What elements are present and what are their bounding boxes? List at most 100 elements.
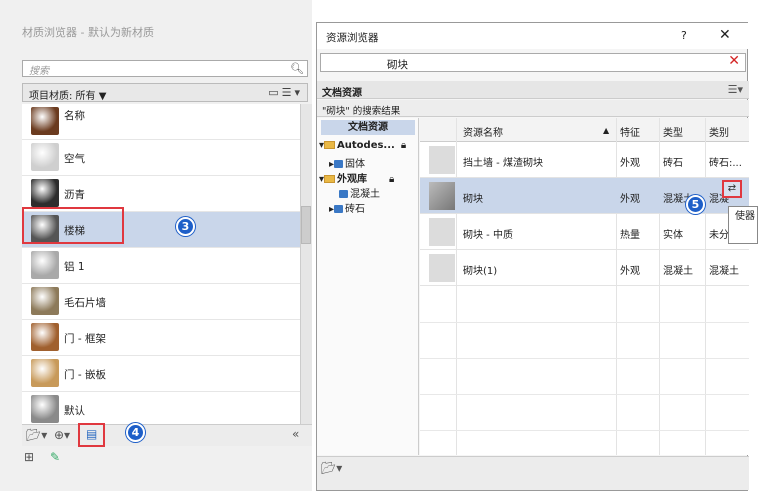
asset-thumbnail — [429, 218, 455, 246]
asset-browser-dialog: 资源浏览器 ? ✕ 砌块 ✕ 文档资源 ☰▾ "砌块" 的搜索结果 文档资源 ▾… — [316, 22, 749, 491]
cell-feature: 外观 — [620, 158, 640, 169]
material-list: 空气 沥青 楼梯铝 1 毛石片墙门 - 框架门 - 嵌板 默认 名称 — [22, 104, 300, 424]
dialog-footer: 📂︎▾ — [317, 456, 749, 490]
tree-node-concrete[interactable]: 混凝土 — [339, 185, 380, 200]
asset-icon[interactable]: ⊕▾ — [54, 428, 70, 442]
help-button[interactable]: ? — [681, 29, 687, 42]
col-type[interactable]: 类型 — [663, 124, 683, 139]
material-row[interactable]: 门 - 框架 — [22, 320, 300, 356]
scrollbar-thumb[interactable] — [301, 206, 311, 244]
cell-feature: 外观 — [620, 194, 640, 205]
search-input[interactable]: 搜索 🔍︎ — [22, 60, 308, 77]
dialog-title: 资源浏览器 — [326, 32, 379, 44]
asset-grid: 资源名称 ▲ 特征 类型 类别 挡土墙 - 煤渣砌块 外观 砖石 砖石:... 砌块 外观… — [420, 118, 749, 455]
results-label: "砌块" 的搜索结果 — [322, 106, 401, 117]
search-placeholder: 搜索 — [29, 66, 49, 77]
sort-up-icon: ▲ — [603, 126, 610, 135]
library-icon — [334, 160, 344, 168]
material-browser-panel: 材质浏览器 - 默认为新材质 搜索 🔍︎ 项目材质: 所有 ▼ ▭☰▾ 空气沥青… — [0, 0, 312, 491]
asset-thumbnail — [429, 254, 455, 282]
view-options-icon[interactable]: ☰▾ — [282, 86, 303, 99]
clear-search-icon[interactable]: ✕ — [728, 53, 740, 69]
folder-icon — [324, 141, 336, 149]
cell-type: 砖石 — [663, 158, 683, 169]
asset-thumbnail — [429, 146, 455, 174]
cell-type: 实体 — [663, 230, 683, 241]
material-row[interactable]: 空气 — [22, 140, 300, 176]
create-material-icon[interactable]: 📂︎▾ — [26, 428, 47, 442]
material-thumbnail — [31, 251, 59, 279]
replace-asset-icon[interactable]: ⇄ — [722, 180, 742, 198]
cell-feature: 外观 — [620, 266, 640, 277]
material-thumbnail — [31, 287, 59, 315]
library-icon — [334, 205, 344, 213]
cell-name: 砌块 - 中质 — [463, 230, 513, 241]
material-thumbnail — [31, 107, 59, 135]
cell-category: 砖石:... — [709, 158, 742, 169]
panel-title: 材质浏览器 - 默认为新材质 — [22, 26, 154, 39]
asset-thumbnail — [429, 182, 455, 210]
cell-category: 混凝土 — [709, 266, 739, 277]
name-column-header[interactable]: 名称 — [64, 108, 85, 123]
bottom-toolbar: 📂︎▾ ⊕▾ ▤ « — [22, 424, 312, 446]
lock-icon: 🔒︎ — [389, 174, 395, 185]
highlight-box-stairs — [22, 207, 124, 244]
cell-name: 挡土墙 - 煤渣砌块 — [463, 158, 543, 169]
step-badge-5: 5 — [686, 195, 705, 214]
cell-name: 砌块 — [463, 194, 483, 205]
empty-row — [420, 322, 749, 323]
section-header: 文档资源 ☰▾ — [317, 81, 749, 99]
tree-header-document-assets[interactable]: 文档资源 — [321, 120, 415, 135]
col-feature[interactable]: 特征 — [620, 124, 640, 139]
close-button[interactable]: ✕ — [719, 27, 731, 43]
material-thumbnail — [31, 179, 59, 207]
asset-row[interactable]: 砌块 - 中质 热量 实体 未分 — [420, 214, 749, 250]
tree-node-autodesk[interactable]: ▾ Autodes... 🔒︎ — [319, 140, 406, 151]
material-row[interactable]: 门 - 嵌板 — [22, 356, 300, 392]
cell-feature: 热量 — [620, 230, 640, 241]
col-category[interactable]: 类别 — [709, 124, 729, 139]
library-tree: 文档资源 ▾ Autodes... 🔒︎ ▸ 固体 ▾ 外观库 🔒︎ 混凝土 ▸ 砖石 — [317, 118, 419, 455]
asset-search-input[interactable]: 砌块 ✕ — [320, 53, 746, 72]
material-name: 门 - 嵌板 — [64, 369, 106, 381]
material-name: 毛石片墙 — [64, 297, 106, 309]
library-menu-icon[interactable]: 📂︎▾ — [321, 461, 342, 475]
material-name: 门 - 框架 — [64, 333, 106, 345]
material-thumbnail — [31, 395, 59, 423]
tree-node-appearance-library[interactable]: ▾ 外观库 🔒︎ — [319, 170, 394, 185]
dialog-titlebar: 资源浏览器 ? ✕ — [317, 23, 749, 49]
empty-row — [420, 394, 749, 395]
asset-row[interactable]: 挡土墙 - 煤渣砌块 外观 砖石 砖石:... — [420, 142, 749, 178]
search-icon[interactable]: 🔍︎ — [290, 62, 304, 75]
material-thumbnail — [31, 359, 59, 387]
asset-row[interactable]: 砌块(1) 外观 混凝土 混凝土 — [420, 250, 749, 286]
view-options-icon[interactable]: ☰▾ — [728, 83, 743, 96]
tooltip: 使器 — [728, 206, 758, 244]
cell-category: 未分 — [709, 230, 729, 241]
collapse-icon[interactable]: « — [292, 427, 299, 441]
material-name: 沥青 — [64, 189, 85, 201]
folder-icon — [324, 175, 336, 183]
material-thumbnail — [31, 143, 59, 171]
highlight-box-asset-browser — [78, 423, 105, 447]
filter-bar: 项目材质: 所有 ▼ ▭☰▾ — [22, 83, 308, 102]
search-value: 砌块 — [387, 59, 408, 71]
material-row[interactable]: 铝 1 — [22, 248, 300, 284]
project-materials-filter[interactable]: 项目材质: 所有 ▼ — [29, 87, 106, 102]
material-name: 空气 — [64, 153, 85, 165]
panel-toggle-icon[interactable]: ▭ — [268, 86, 281, 99]
tree-node-masonry[interactable]: ▸ 砖石 — [329, 200, 365, 215]
tree-node-solid[interactable]: ▸ 固体 — [329, 155, 365, 170]
section-title: 文档资源 — [322, 88, 362, 99]
col-asset-name[interactable]: 资源名称 — [463, 124, 503, 139]
material-row[interactable]: 毛石片墙 — [22, 284, 300, 320]
material-row[interactable]: 默认 — [22, 392, 300, 424]
edit-icon[interactable]: ✎ — [50, 450, 60, 464]
library-icon — [339, 190, 348, 198]
scrollbar[interactable] — [300, 104, 312, 424]
material-thumbnail — [31, 323, 59, 351]
step-badge-4: 4 — [126, 423, 145, 442]
results-header: "砌块" 的搜索结果 — [317, 100, 749, 117]
empty-row — [420, 358, 749, 359]
material-editor-icon[interactable]: ⊞ — [24, 450, 34, 464]
